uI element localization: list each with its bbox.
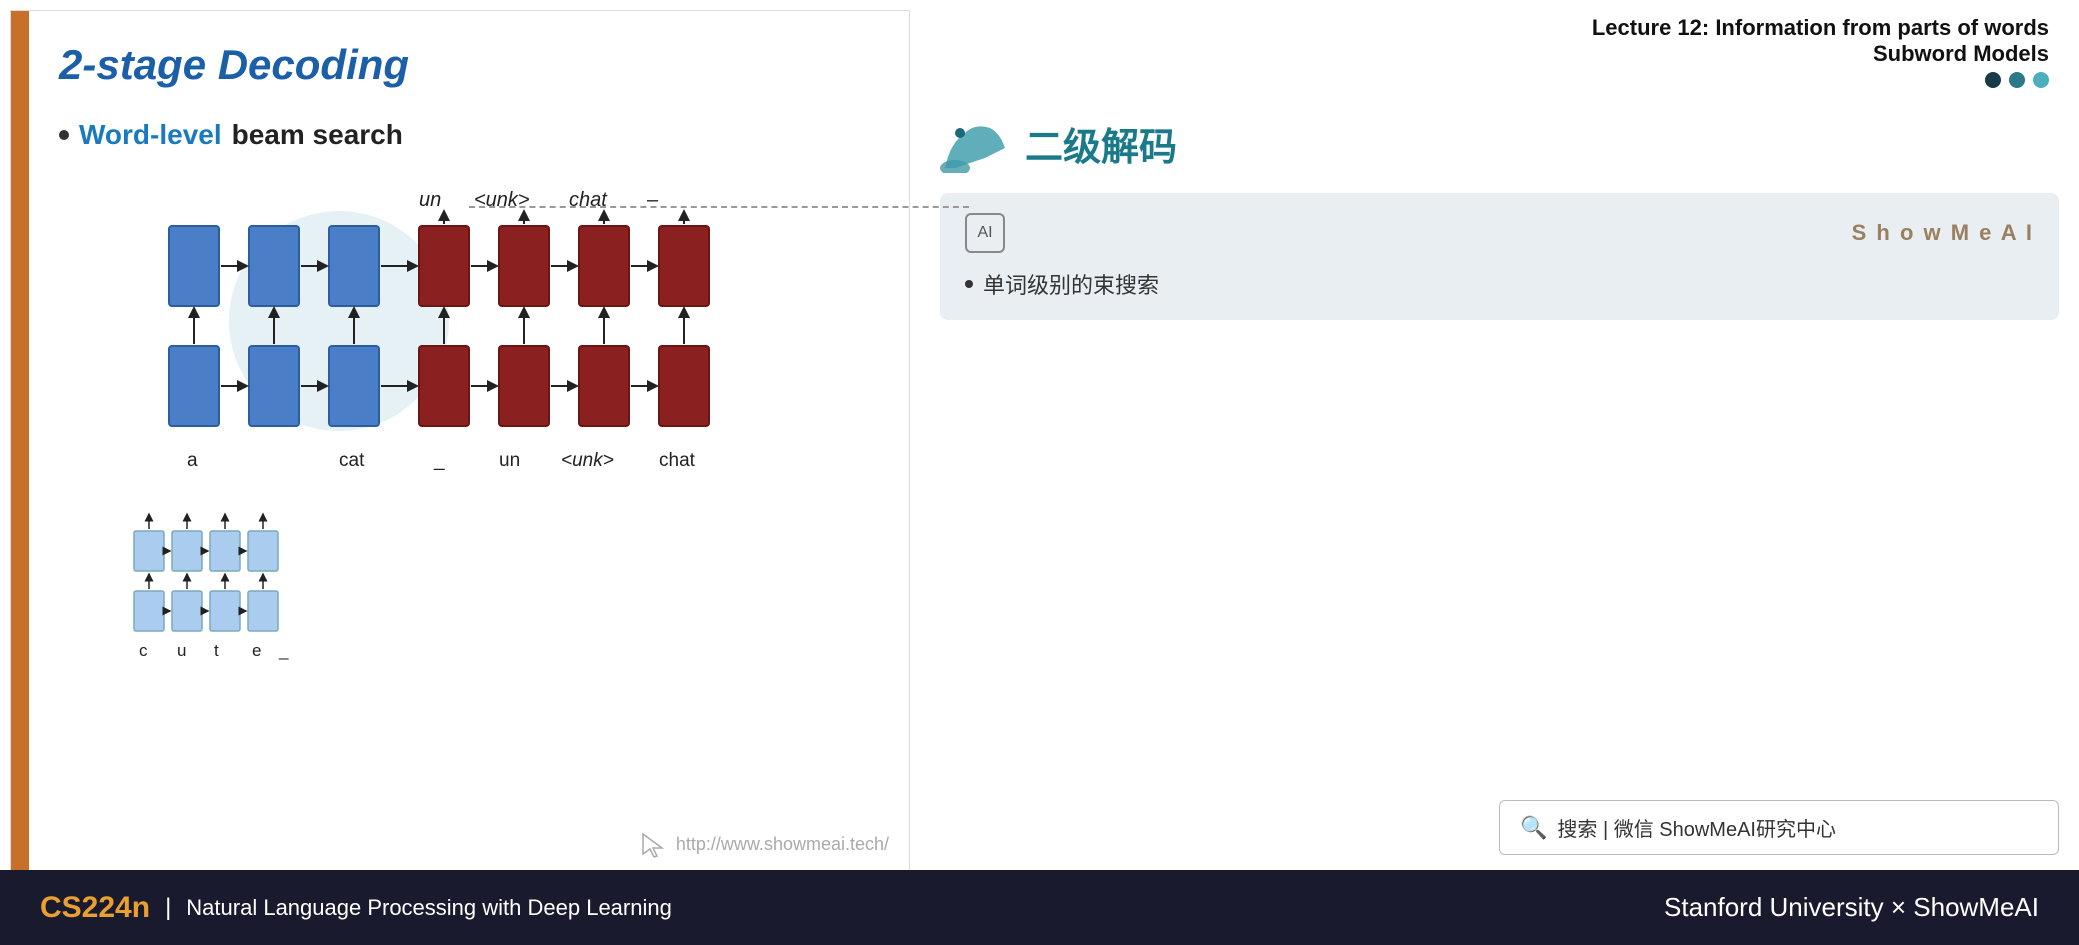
bullet-dot: [59, 130, 69, 140]
main-content: 2-stage Decoding Word-level beam search …: [0, 0, 2079, 870]
svg-text:<unk>: <unk>: [561, 450, 614, 471]
search-text: 搜索 | 微信 ShowMeAI研究中心: [1557, 813, 1836, 842]
svg-text:t: t: [214, 641, 219, 660]
ai-bullet-text: 单词级别的束搜索: [983, 268, 1159, 300]
svg-text:e: e: [252, 641, 261, 660]
chinese-title: 二级解码: [1025, 116, 1177, 171]
svg-text:_: _: [433, 450, 445, 471]
svg-text:cat: cat: [339, 450, 365, 471]
course-code: CS224n: [40, 891, 150, 925]
slide-inner: 2-stage Decoding Word-level beam search …: [29, 11, 909, 879]
mountain-icon: [940, 113, 1010, 173]
search-icon: 🔍: [1520, 815, 1547, 841]
watermark-text: http://www.showmeai.tech/: [676, 834, 889, 855]
dot-teal: [2009, 72, 2025, 88]
svg-text:chat: chat: [659, 450, 696, 471]
spacer: [940, 335, 2059, 785]
lecture-header: Lecture 12: Information from parts of wo…: [940, 15, 2059, 88]
bullet-plain-text: beam search: [232, 119, 403, 151]
diagram-svg: un <unk> chat –: [79, 151, 839, 791]
bottom-left: CS224n | Natural Language Processing wit…: [40, 891, 672, 925]
bullet-colored-text: Word-level: [79, 119, 222, 151]
ai-card: AI S h o w M e A I 单词级别的束搜索: [940, 193, 2059, 320]
ai-bullet-dot: [965, 280, 973, 288]
svg-text:un: un: [499, 450, 520, 471]
slide-bullet: Word-level beam search: [59, 119, 879, 151]
ai-card-header: AI S h o w M e A I: [965, 213, 2034, 253]
watermark: http://www.showmeai.tech/: [638, 829, 889, 859]
search-bar[interactable]: 🔍 搜索 | 微信 ShowMeAI研究中心: [1499, 800, 2059, 855]
course-divider: |: [165, 894, 171, 922]
slide-panel: 2-stage Decoding Word-level beam search …: [10, 10, 910, 880]
lecture-title: Lecture 12: Information from parts of wo…: [940, 15, 2049, 41]
bottom-right-text: Stanford University × ShowMeAI: [1664, 892, 2039, 922]
header-dots: [940, 72, 2049, 88]
ai-icon: AI: [965, 213, 1005, 253]
right-panel: Lecture 12: Information from parts of wo…: [920, 0, 2079, 870]
bottom-bar: CS224n | Natural Language Processing wit…: [0, 870, 2079, 945]
course-desc: Natural Language Processing with Deep Le…: [186, 895, 672, 921]
svg-text:c: c: [139, 641, 148, 660]
bottom-right: Stanford University × ShowMeAI: [1664, 892, 2039, 923]
svg-text:a: a: [187, 450, 198, 471]
svg-text:u: u: [177, 641, 186, 660]
connector-line: [469, 206, 969, 208]
chinese-title-section: 二级解码: [940, 113, 2059, 173]
diagram-area: un <unk> chat –: [79, 151, 839, 791]
svg-text:_: _: [278, 641, 289, 660]
svg-text:un: un: [419, 189, 441, 211]
dot-light-teal: [2033, 72, 2049, 88]
showmeai-brand: S h o w M e A I: [1852, 220, 2034, 246]
lecture-subtitle: Subword Models: [940, 41, 2049, 67]
ai-card-content: 单词级别的束搜索: [965, 268, 2034, 300]
slide-title: 2-stage Decoding: [59, 41, 879, 89]
ai-bullet: 单词级别的束搜索: [965, 268, 2034, 300]
cursor-icon: [638, 829, 668, 859]
slide-left-bar: [11, 11, 29, 879]
search-label: 搜索 | 微信 ShowMeAI研究中心: [1557, 819, 1836, 841]
dot-dark: [1985, 72, 2001, 88]
circle-bg: [229, 211, 449, 431]
